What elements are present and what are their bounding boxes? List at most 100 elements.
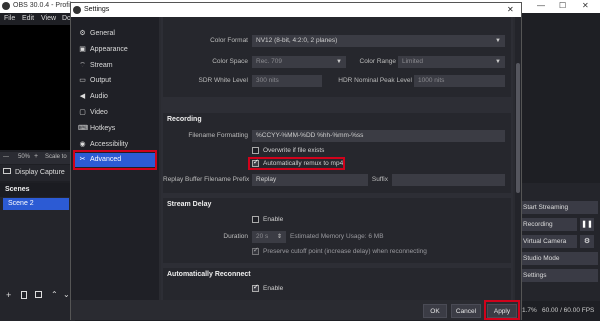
move-down-icon[interactable]: ⌄ xyxy=(63,290,70,299)
preserve-cutoff-label: Preserve cutoff point (increase delay) w… xyxy=(263,248,427,255)
virtual-camera-settings-icon[interactable]: ⚙ xyxy=(580,235,594,248)
sidebar-item-video[interactable]: ▢ Video xyxy=(74,106,156,120)
add-icon[interactable]: + xyxy=(6,290,11,300)
scene-list-item[interactable]: Scene 2 xyxy=(3,198,69,210)
duration-value: 20 s xyxy=(256,233,269,240)
apply-highlight-box xyxy=(484,300,520,320)
close-icon[interactable]: ✕ xyxy=(582,1,589,10)
overwrite-checkbox[interactable] xyxy=(252,147,259,154)
output-icon: ▭ xyxy=(79,77,86,84)
auto-reconnect-enable-checkbox[interactable] xyxy=(252,283,259,292)
sdr-white-level-input[interactable]: 300 nits xyxy=(252,75,322,87)
zoom-value: 50% xyxy=(18,154,31,160)
auto-reconnect-enable-label: Enable xyxy=(263,285,284,292)
settings-title: Settings xyxy=(84,6,110,13)
suffix-input[interactable] xyxy=(392,174,505,186)
hdr-peak-label: HDR Nominal Peak Level xyxy=(338,77,412,84)
zoom-plus-icon[interactable]: + xyxy=(34,153,38,160)
filter-icon[interactable] xyxy=(35,291,42,298)
stream-icon: ⌔ xyxy=(79,62,86,69)
virtual-camera-button[interactable]: Virtual Camera xyxy=(518,235,577,248)
hdr-peak-input[interactable]: 1000 nits xyxy=(414,75,505,87)
start-streaming-button[interactable]: Start Streaming xyxy=(518,201,598,214)
cancel-button[interactable]: Cancel xyxy=(451,304,481,318)
settings-content: Color Format NV12 (8-bit, 4:2:0, 2 plane… xyxy=(161,17,513,300)
video-group: Color Format NV12 (8-bit, 4:2:0, 2 plane… xyxy=(163,17,511,97)
overwrite-label: Overwrite if file exists xyxy=(263,147,325,154)
auto-reconnect-group: Automatically Reconnect Enable xyxy=(163,268,511,300)
sidebar-item-general[interactable]: ⚙ General xyxy=(74,27,156,41)
filename-formatting-input[interactable]: %CCYY-%MM-%DD %hh-%mm-%ss xyxy=(252,130,505,142)
replay-prefix-label: Replay Buffer Filename Prefix xyxy=(163,176,250,183)
menu-edit[interactable]: Edit xyxy=(22,15,34,22)
color-format-select[interactable]: NV12 (8-bit, 4:2:0, 2 planes) ▼ xyxy=(252,35,505,47)
settings-button[interactable]: Settings xyxy=(518,269,598,282)
menu-view[interactable]: View xyxy=(41,15,56,22)
menu-file[interactable]: File xyxy=(4,15,15,22)
scenes-header: Scenes xyxy=(0,183,75,197)
stream-delay-title: Stream Delay xyxy=(167,201,212,208)
chevron-down-icon: ▼ xyxy=(336,59,342,65)
stepper-icon: ⇕ xyxy=(276,234,282,240)
recording-button[interactable]: Recording xyxy=(518,218,577,231)
zoom-minus-icon[interactable]: — xyxy=(3,154,9,160)
hdr-peak-value: 1000 nits xyxy=(418,77,445,84)
studio-mode-button[interactable]: Studio Mode xyxy=(518,252,598,265)
color-range-select[interactable]: Limited ▼ xyxy=(398,56,505,68)
source-bar: Display Capture xyxy=(0,165,75,181)
replay-prefix-input[interactable]: Replay xyxy=(252,174,368,186)
preview-canvas[interactable] xyxy=(0,25,75,150)
advanced-highlight-box xyxy=(73,150,157,170)
sidebar-item-label: Appearance xyxy=(90,46,128,53)
auto-reconnect-title: Automatically Reconnect xyxy=(167,271,251,278)
sidebar-item-label: General xyxy=(90,30,115,37)
color-format-value: NV12 (8-bit, 4:2:0, 2 planes) xyxy=(256,37,338,44)
sidebar-item-label: Accessibility xyxy=(90,141,129,148)
stream-delay-enable-label: Enable xyxy=(263,216,284,223)
sdr-white-level-label: SDR White Level xyxy=(198,77,249,84)
sidebar-item-appearance[interactable]: ▣ Appearance xyxy=(74,43,156,57)
move-up-icon[interactable]: ⌃ xyxy=(51,290,58,299)
display-icon xyxy=(3,168,11,174)
fps-readout: 60.00 / 60.00 FPS xyxy=(542,307,595,314)
zoom-status-row: — 50% + Scale to xyxy=(0,152,75,164)
video-icon: ▢ xyxy=(79,109,86,116)
trash-icon[interactable] xyxy=(21,291,27,299)
settings-sidebar: ⚙ General ▣ Appearance ⌔ Stream ▭ Output ◀ Au… xyxy=(71,17,159,300)
ok-button[interactable]: OK xyxy=(423,304,447,318)
duration-input[interactable]: 20 s ⇕ xyxy=(252,231,286,243)
color-range-label: Color Range xyxy=(359,58,397,65)
sidebar-item-audio[interactable]: ◀ Audio xyxy=(74,90,156,104)
stream-delay-enable-checkbox[interactable] xyxy=(252,216,259,223)
replay-prefix-value: Replay xyxy=(256,176,277,183)
source-name[interactable]: Display Capture xyxy=(15,169,65,176)
sidebar-item-hotkeys[interactable]: ⌨ Hotkeys xyxy=(74,122,156,136)
sidebar-item-label: Hotkeys xyxy=(90,125,116,132)
cpu-usage: 1.7% xyxy=(522,307,537,314)
memory-usage-label: Estimated Memory Usage: 6 MB xyxy=(290,233,384,240)
audio-icon: ◀ xyxy=(79,93,86,100)
remux-highlight-box xyxy=(248,157,345,170)
settings-close-icon[interactable]: ✕ xyxy=(507,5,514,14)
pause-recording-icon[interactable]: ❚❚ xyxy=(580,218,594,231)
sidebar-item-output[interactable]: ▭ Output xyxy=(74,74,156,88)
suffix-label: Suffix xyxy=(371,176,388,183)
sdr-white-level-value: 300 nits xyxy=(256,77,279,84)
color-space-select[interactable]: Rec. 709 ▼ xyxy=(252,56,346,68)
scene-item-label: Scene 2 xyxy=(8,200,34,207)
settings-logo-icon xyxy=(73,6,81,14)
preserve-cutoff-checkbox[interactable] xyxy=(252,246,259,255)
color-format-label: Color Format xyxy=(210,37,248,44)
color-range-value: Limited xyxy=(402,58,423,65)
duration-label: Duration xyxy=(223,233,248,240)
sidebar-item-stream[interactable]: ⌔ Stream xyxy=(74,59,156,73)
sidebar-item-label: Output xyxy=(90,77,112,84)
chevron-down-icon: ▼ xyxy=(495,59,501,65)
scrollbar-thumb[interactable] xyxy=(516,63,520,193)
minimize-icon[interactable]: — xyxy=(537,1,545,10)
filename-formatting-label: Filename Formatting xyxy=(188,132,248,139)
chevron-down-icon: ▼ xyxy=(495,38,501,44)
obs-statusbar: 1.7% 60.00 / 60.00 FPS xyxy=(518,301,600,321)
recording-group: Recording Filename Formatting %CCYY-%MM-… xyxy=(163,113,511,193)
maximize-icon[interactable]: ☐ xyxy=(559,1,566,10)
